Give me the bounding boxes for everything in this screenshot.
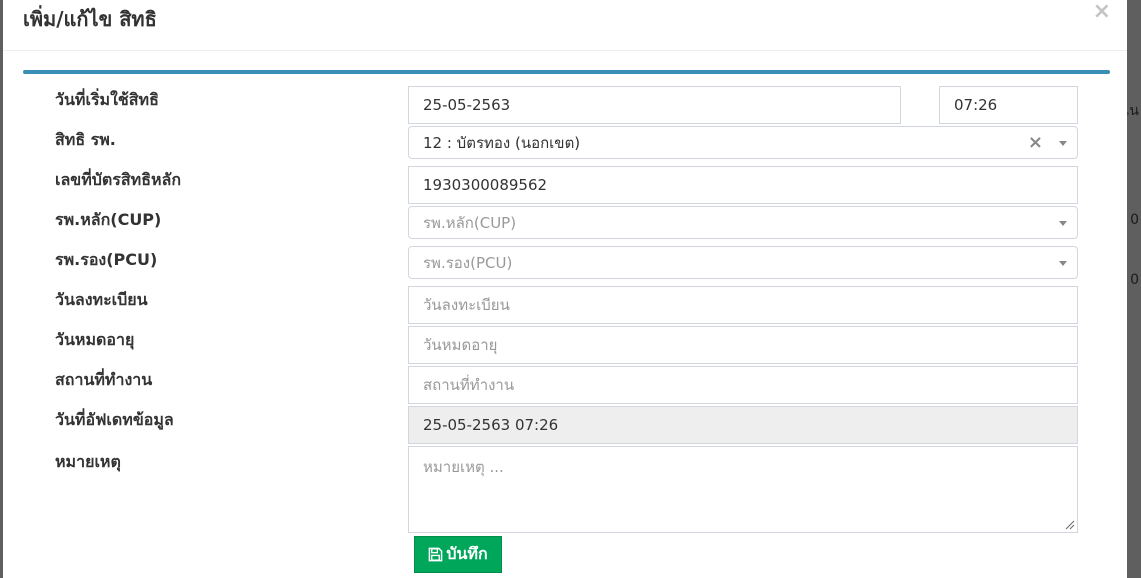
- save-button-label: บันทึก: [446, 544, 488, 563]
- start-date-label: วันที่เริ่มใช้สิทธิ: [55, 90, 159, 109]
- start-time-input[interactable]: 07:26: [939, 86, 1078, 124]
- card-number-label: เลขที่บัตรสิทธิหลัก: [55, 170, 182, 189]
- note-label: หมายเหตุ: [55, 452, 121, 471]
- note-textarea[interactable]: หมายเหตุ ...: [408, 446, 1078, 533]
- modal-header: เพิ่ม/แก้ไข สิทธิ ×: [3, 0, 1127, 51]
- modal-dialog: เพิ่ม/แก้ไข สิทธิ × วันที่เริ่มใช้สิทธิ …: [3, 0, 1127, 578]
- updated-at-input: 25-05-2563 07:26: [408, 406, 1078, 444]
- close-icon[interactable]: ×: [1093, 0, 1111, 24]
- chevron-down-icon: [1059, 260, 1067, 266]
- save-button[interactable]: บันทึก: [414, 536, 502, 573]
- clear-selection-icon[interactable]: ×: [1028, 132, 1043, 153]
- register-date-label: วันลงทะเบียน: [55, 290, 148, 309]
- note-placeholder: หมายเหตุ ...: [423, 458, 504, 476]
- register-date-input[interactable]: วันลงทะเบียน: [408, 286, 1078, 324]
- main-hospital-select[interactable]: รพ.หลัก(CUP): [408, 206, 1078, 239]
- form-top-divider: [23, 70, 1110, 74]
- resize-handle-icon[interactable]: [1065, 520, 1075, 530]
- main-hospital-placeholder: รพ.หลัก(CUP): [423, 213, 517, 232]
- sub-hospital-placeholder: รพ.รอง(PCU): [423, 253, 513, 272]
- sub-hospital-label: รพ.รอง(PCU): [55, 250, 158, 269]
- expire-date-input[interactable]: วันหมดอายุ: [408, 326, 1078, 364]
- hospital-right-value: 12 : บัตรทอง (นอกเขต): [423, 133, 581, 152]
- backdrop-text: 0: [1130, 272, 1139, 288]
- hospital-right-select[interactable]: 12 : บัตรทอง (นอกเขต) ×: [408, 126, 1078, 159]
- chevron-down-icon: [1059, 140, 1067, 146]
- floppy-disk-icon: [428, 547, 443, 562]
- main-hospital-label: รพ.หลัก(CUP): [55, 210, 162, 229]
- updated-at-label: วันที่อัฟเดทข้อมูล: [55, 410, 174, 429]
- start-date-input[interactable]: 25-05-2563: [408, 86, 901, 124]
- expire-date-label: วันหมดอายุ: [55, 330, 135, 349]
- modal-title: เพิ่ม/แก้ไข สิทธิ: [23, 7, 157, 31]
- sub-hospital-select[interactable]: รพ.รอง(PCU): [408, 246, 1078, 279]
- workplace-input[interactable]: สถานที่ทำงาน: [408, 366, 1078, 404]
- backdrop-right: [1127, 0, 1141, 578]
- chevron-down-icon: [1059, 220, 1067, 226]
- card-number-input[interactable]: 1930300089562: [408, 166, 1078, 204]
- workplace-label: สถานที่ทำงาน: [55, 370, 153, 389]
- hospital-right-label: สิทธิ รพ.: [55, 130, 116, 149]
- backdrop-text: 0: [1130, 212, 1139, 228]
